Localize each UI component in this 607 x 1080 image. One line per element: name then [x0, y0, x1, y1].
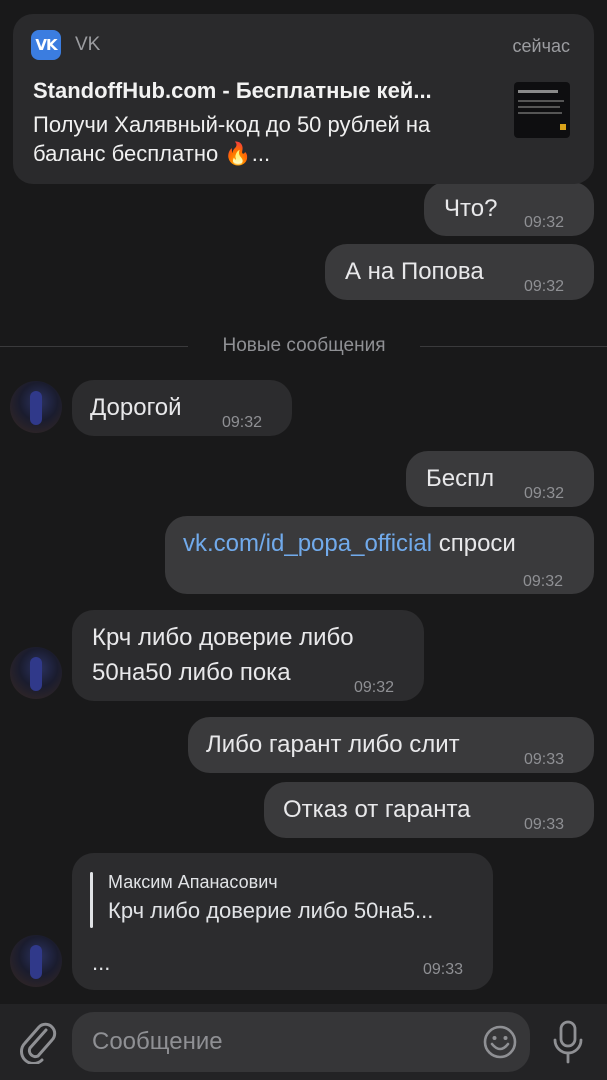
- notification-time: сейчас: [512, 36, 570, 56]
- reply-text[interactable]: Крч либо доверие либо 50на5...: [108, 898, 433, 924]
- message-outgoing[interactable]: vk.com/id_popa_official спроси 09:32: [165, 516, 594, 594]
- message-text: Дорогой: [90, 394, 182, 421]
- message-text: Что?: [444, 195, 498, 222]
- chat-screen: Что? 09:32 А на Попова 09:32 Новые сообщ…: [0, 0, 607, 1080]
- message-text: Отказ от гаранта: [283, 796, 471, 823]
- notification-app: VK VK: [31, 30, 100, 60]
- reply-bar: [90, 872, 93, 928]
- avatar[interactable]: [10, 935, 62, 987]
- message-text: Беспл: [426, 465, 495, 492]
- composer-bar: [0, 1004, 607, 1080]
- message-text: А на Попова: [345, 258, 484, 285]
- message-outgoing[interactable]: Отказ от гаранта 09:33: [264, 782, 594, 838]
- message-time: 09:33: [524, 751, 565, 768]
- message-outgoing[interactable]: А на Попова 09:32: [325, 244, 594, 300]
- mic-icon[interactable]: [550, 1018, 586, 1066]
- message-time: 09:32: [523, 573, 564, 590]
- emoji-icon[interactable]: [482, 1024, 518, 1060]
- notification-app-name: VK: [75, 34, 101, 55]
- message-link[interactable]: vk.com/id_popa_official: [183, 530, 432, 557]
- notification-title: StandoffHub.com - Бесплатные кей...: [33, 78, 432, 103]
- message-time: 09:32: [524, 485, 565, 502]
- new-messages-divider: Новые сообщения: [0, 334, 607, 360]
- notification-thumbnail: [514, 82, 570, 138]
- message-outgoing[interactable]: Что? 09:32: [424, 182, 594, 236]
- message-time: 09:32: [354, 679, 395, 696]
- message-outgoing[interactable]: Либо гарант либо слит 09:33: [188, 717, 594, 773]
- message-text-tail: спроси: [438, 530, 516, 557]
- divider-label: Новые сообщения: [222, 335, 386, 356]
- avatar[interactable]: [10, 647, 62, 699]
- message-text-line-2: 50на50 либо пока: [92, 659, 291, 686]
- message-incoming[interactable]: Крч либо доверие либо 50на50 либо пока 0…: [72, 610, 424, 701]
- reply-author[interactable]: Максим Апанасович: [108, 872, 278, 893]
- message-text: vk.com/id_popa_official спроси: [183, 528, 516, 560]
- message-time: 09:33: [423, 961, 464, 978]
- message-time: 09:33: [524, 816, 565, 833]
- message-text-line-1: Крч либо доверие либо: [92, 624, 354, 651]
- message-text: ...: [92, 950, 111, 975]
- notification-body: Получи Халявный-код до 50 рублей на бала…: [33, 112, 431, 166]
- push-notification[interactable]: VK VK сейчас StandoffHub.com - Бесплатны…: [13, 14, 594, 184]
- attach-icon[interactable]: [18, 1020, 58, 1064]
- message-time: 09:32: [222, 414, 263, 431]
- message-outgoing[interactable]: Беспл 09:32: [406, 451, 594, 507]
- message-text: Либо гарант либо слит: [206, 731, 460, 758]
- message-incoming[interactable]: Дорогой 09:32: [72, 380, 292, 436]
- message-time: 09:32: [524, 214, 565, 231]
- message-input[interactable]: [72, 1012, 530, 1072]
- message-time: 09:32: [524, 278, 565, 295]
- avatar[interactable]: [10, 381, 62, 433]
- vk-logo: VK: [31, 30, 61, 60]
